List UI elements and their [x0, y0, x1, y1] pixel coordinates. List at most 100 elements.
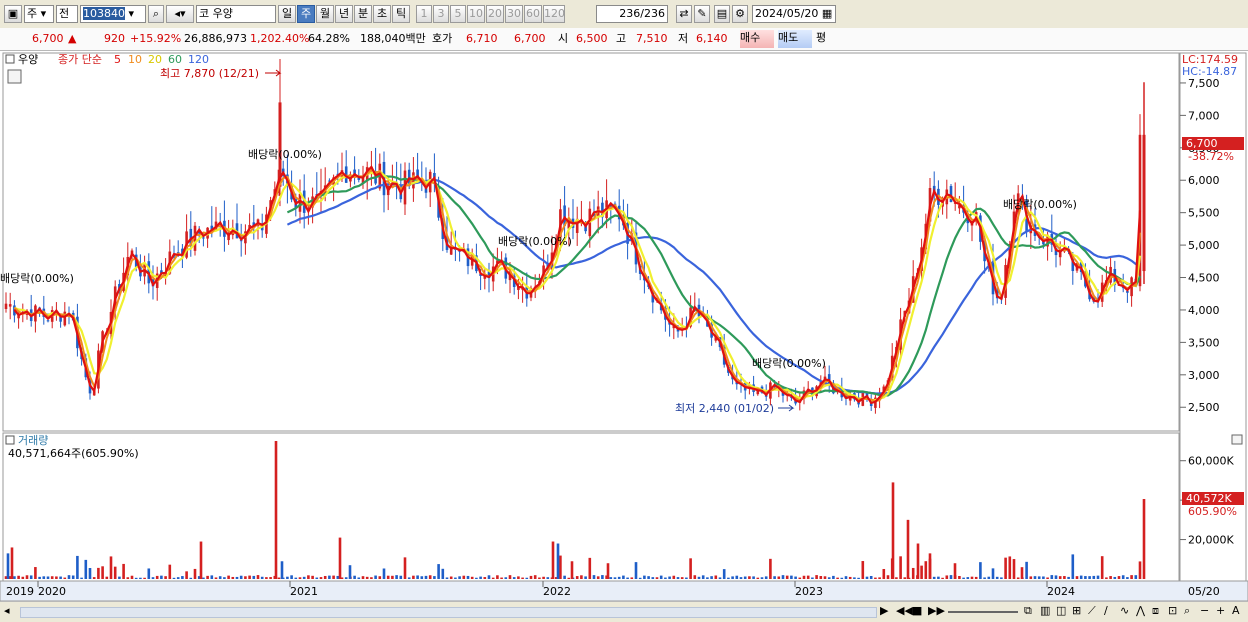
volume-bar — [420, 576, 424, 579]
volume-bar — [223, 577, 226, 579]
volume-bar — [1067, 576, 1070, 579]
zoom-out-icon[interactable]: − — [1200, 604, 1214, 619]
interval-button[interactable]: 10 — [467, 5, 485, 23]
volume-bar — [63, 577, 67, 579]
volume-bar — [1046, 577, 1049, 579]
interval-button[interactable]: 60 — [524, 5, 542, 23]
stock-label: 우양 — [18, 53, 38, 66]
interval-button[interactable]: 20 — [486, 5, 504, 23]
search-icon[interactable]: ⌕ — [148, 5, 164, 23]
volume-bar — [570, 561, 574, 579]
magnifier-icon[interactable]: ⌕ — [1184, 604, 1198, 619]
candle-body — [949, 186, 953, 202]
volume-bar — [280, 561, 284, 579]
volume-bar — [458, 576, 461, 579]
date-field[interactable]: 2024/05/20 ▦ — [752, 5, 836, 23]
trend-icon[interactable]: ⟋ — [1088, 604, 1102, 619]
pattern-icon[interactable]: ⋀ — [1136, 604, 1150, 619]
zoom-slider[interactable] — [948, 611, 1018, 613]
period-button[interactable]: 분 — [354, 5, 372, 23]
volume-bar — [76, 555, 79, 579]
high-label: 고 — [616, 32, 627, 45]
chart-type-icon[interactable]: ▥ — [1040, 604, 1054, 619]
copy-icon[interactable]: ⧉ — [1024, 604, 1038, 619]
play-icon[interactable]: ▶ — [880, 604, 894, 619]
interval-button[interactable]: 30 — [505, 5, 523, 23]
compare-icon[interactable]: ⇄ — [676, 5, 692, 23]
sell-button[interactable]: 매도 — [778, 30, 812, 48]
rewind-icon[interactable]: ◀◀ — [896, 604, 913, 619]
line-tool-icon[interactable]: ∕ — [1104, 604, 1118, 619]
volume-bar — [370, 577, 373, 579]
calculator-icon[interactable] — [7, 69, 22, 84]
volume-bar — [424, 575, 428, 579]
eval-button[interactable]: 평 — [816, 30, 836, 48]
volume-bar — [802, 575, 806, 579]
period-type-select[interactable]: 전 — [56, 5, 78, 23]
volume-bar — [664, 577, 667, 579]
count-field[interactable]: 236/236 — [596, 5, 668, 23]
indicator-icon[interactable]: ◫ — [1056, 604, 1070, 619]
volume-bar — [80, 577, 83, 579]
stock-name-field[interactable]: 코 우양 — [196, 5, 276, 23]
y-tick-label: 2,500 — [1188, 401, 1220, 414]
volume-bar — [756, 577, 760, 579]
font-size-icon[interactable]: A — [1232, 604, 1246, 619]
volume-bar — [1004, 557, 1007, 579]
sound-icon[interactable]: ◂▾ — [166, 5, 194, 23]
price-volume-chart[interactable]: 2,500 3,000 3,500 4,000 4,500 5,000 5,500 6,000… — [0, 51, 1248, 602]
buy-button[interactable]: 매수 — [740, 30, 774, 48]
interval-button[interactable]: 3 — [433, 5, 449, 23]
interval-button[interactable]: 1 — [416, 5, 432, 23]
interval-button[interactable]: 5 — [450, 5, 466, 23]
volume-bar — [193, 568, 197, 579]
volume-bar — [214, 577, 218, 579]
period-button[interactable]: 년 — [335, 5, 353, 23]
volume-bar — [164, 576, 167, 579]
market-select[interactable]: 주 ▾ — [24, 5, 54, 23]
gear-icon[interactable]: ⚙ — [732, 5, 748, 23]
candle-body — [298, 193, 302, 212]
volume-bar — [651, 577, 655, 579]
fast-forward-icon[interactable]: ▶▶ — [928, 604, 945, 619]
volume-bar — [706, 577, 709, 579]
panel-close-icon[interactable] — [1231, 434, 1243, 445]
chart-area[interactable]: 2,500 3,000 3,500 4,000 4,500 5,000 5,500 6,000… — [0, 51, 1248, 602]
volume-bar — [407, 577, 411, 579]
volume-bar — [1138, 561, 1142, 579]
volume-bar — [244, 576, 247, 579]
ma120-label: 120 — [188, 53, 209, 66]
volume-bar — [50, 576, 54, 579]
interval-button[interactable]: 120 — [543, 5, 565, 23]
period-button[interactable]: 초 — [373, 5, 391, 23]
period-button[interactable]: 틱 — [392, 5, 410, 23]
code-input[interactable]: 103840 ▾ — [80, 5, 146, 23]
period-button[interactable]: 일 — [278, 5, 296, 23]
horizontal-scrollbar[interactable] — [20, 607, 877, 618]
layout-icon[interactable]: ▣ — [4, 5, 22, 23]
stop-icon[interactable]: ■ — [912, 604, 926, 619]
scroll-left-icon[interactable]: ◂ — [4, 604, 18, 619]
volume-bar — [840, 577, 844, 579]
wave-icon[interactable]: ∿ — [1120, 604, 1134, 619]
volume-bar — [710, 576, 713, 579]
overlay-icon[interactable]: ⧈ — [1152, 604, 1166, 619]
volume-bar — [181, 576, 184, 579]
period-button[interactable]: 월 — [316, 5, 334, 23]
y-tick-label: 5,500 — [1188, 207, 1220, 220]
volume-bar — [21, 576, 25, 579]
volume-bar — [718, 577, 722, 579]
volume-bar — [920, 565, 923, 579]
volume-bar — [974, 576, 978, 579]
grid-icon[interactable]: ⊞ — [1072, 604, 1086, 619]
save-icon[interactable]: ▤ — [714, 5, 730, 23]
lock-icon[interactable]: ⊡ — [1168, 604, 1182, 619]
bottom-bar: ◂ ▶ ◀◀ ■ ▶▶ ⧉ ▥ ◫ ⊞ ⟋ ∕ ∿ ⋀ ⧈ ⊡ ⌕ − + A — [0, 601, 1248, 622]
volume-bar — [1117, 576, 1121, 579]
draw-icon[interactable]: ✎ — [694, 5, 710, 23]
period-button[interactable]: 주 — [297, 5, 315, 23]
volume-bar — [286, 576, 289, 579]
volume-bar — [906, 519, 910, 579]
zoom-in-icon[interactable]: + — [1216, 604, 1230, 619]
volume-bar — [970, 576, 974, 579]
